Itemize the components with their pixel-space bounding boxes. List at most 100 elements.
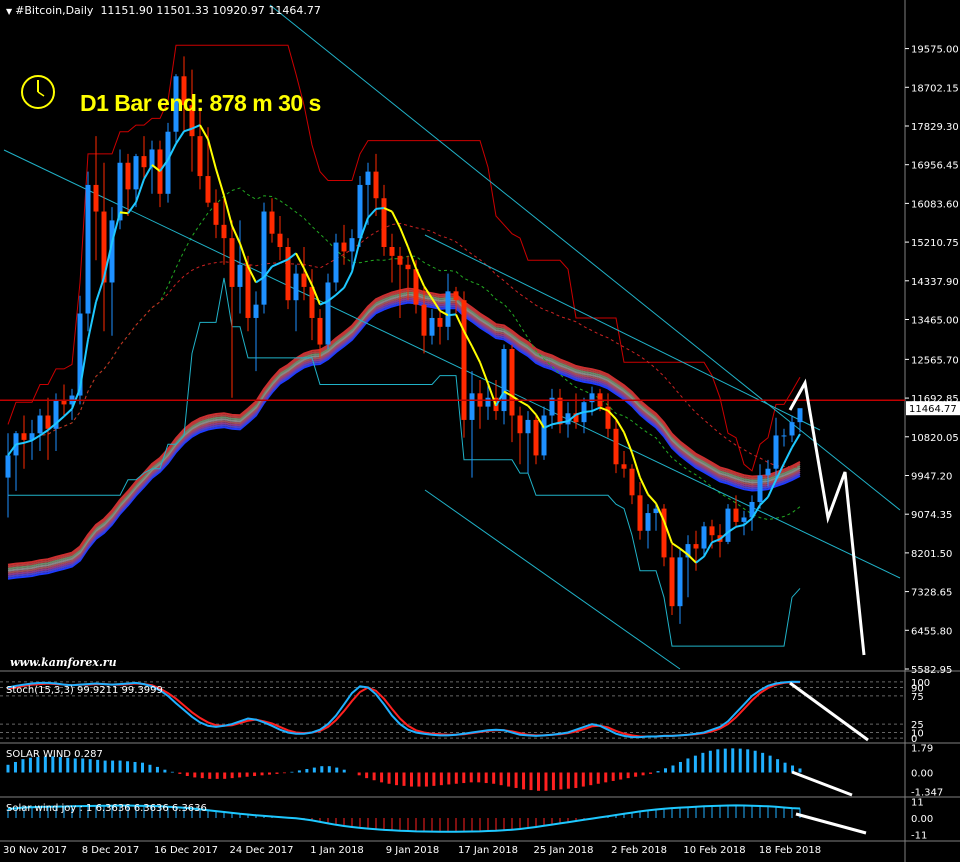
fast-ma-segment [335, 287, 345, 296]
time-tick-label: 16 Dec 2017 [154, 845, 218, 856]
wind-arrow [791, 770, 853, 797]
candle-body [157, 149, 163, 194]
candle-body [197, 136, 203, 177]
ma-ribbon-line [7, 289, 801, 568]
candle-body [357, 184, 363, 239]
fast-ma-segment [295, 252, 305, 269]
candle-body [221, 224, 227, 239]
forecast-zigzag [788, 378, 866, 656]
time-tick-label: 10 Feb 2018 [683, 845, 745, 856]
candle-body [525, 419, 531, 434]
fast-ma-segment [735, 524, 745, 528]
time-tick-label: 2 Feb 2018 [611, 845, 667, 856]
candle-body [733, 508, 739, 522]
candle-body [509, 348, 515, 416]
candle-body [149, 149, 155, 168]
candle-body [757, 475, 763, 502]
bar-end-timer: D1 Bar end: 878 m 30 s [80, 90, 321, 116]
price-tick-label: 14337.90 [911, 277, 959, 288]
fast-ma-segment [175, 130, 185, 145]
wind-tick-label: 0.00 [911, 769, 933, 780]
time-tick-label: 1 Jan 2018 [310, 845, 364, 856]
fast-ma-segment [391, 211, 401, 228]
ma-ribbon-line [7, 299, 801, 578]
candle-body [301, 273, 307, 287]
candle-body [293, 273, 299, 301]
fast-ma-segment [583, 410, 593, 413]
candle-body [245, 264, 251, 318]
candle-body [789, 422, 795, 436]
candle-body [773, 435, 779, 469]
fast-ma-segment [367, 208, 377, 219]
candle-body [517, 415, 523, 434]
fast-ma-segment [95, 277, 105, 303]
time-tick-label: 24 Dec 2017 [230, 845, 294, 856]
time-tick-label: 18 Feb 2018 [759, 845, 821, 856]
candle-body [317, 317, 323, 345]
time-tick-label: 8 Dec 2017 [82, 845, 140, 856]
price-tick-label: 7328.65 [911, 588, 952, 599]
candle-body [285, 247, 291, 301]
stoch-label: Stoch(15,3,3) 99.9211 99.3999 [6, 685, 163, 696]
candle-body [5, 455, 11, 478]
wind-tick-label: 1.79 [911, 743, 933, 754]
ma-ribbon-line [7, 287, 801, 566]
candle-body [381, 198, 387, 248]
candle-body [693, 544, 699, 549]
chart-canvas: 19575.00 18702.15 17829.30 16956.45 16083.60… [0, 0, 960, 862]
ma-ribbon-line [7, 295, 801, 574]
candle-body [429, 317, 435, 336]
candle-body [45, 415, 51, 429]
candle-body [533, 419, 539, 456]
symbol-label: #Bitcoin,Daily [15, 4, 94, 17]
fast-ma-segment [639, 477, 649, 495]
fast-ma-segment [399, 227, 409, 248]
fast-ma-segment [591, 406, 601, 412]
fast-ma-segment [559, 420, 569, 424]
candle-body [781, 435, 787, 437]
fast-ma-segment [671, 542, 681, 550]
fast-ma-segment [119, 211, 129, 215]
candle-body [485, 397, 491, 407]
price-tick-label: 17829.30 [911, 122, 959, 133]
candle-body [765, 468, 771, 476]
fast-ma-segment [447, 313, 457, 317]
time-tick-label: 30 Nov 2017 [3, 845, 67, 856]
fast-ma-segment [519, 400, 529, 407]
price-tick-label: 18702.15 [911, 83, 959, 94]
price-tick-label: 8201.50 [911, 549, 952, 560]
fast-ma-segment [695, 555, 705, 564]
joy-tick-label: 0.00 [911, 814, 933, 825]
price-tick-label: 5582.95 [911, 665, 952, 676]
candle-body [237, 264, 243, 287]
fast-ma-segment [23, 439, 33, 444]
candle-body [85, 184, 91, 314]
ma-dashed-red [7, 222, 801, 468]
price-tick-label: 13465.00 [911, 316, 959, 327]
watermark: www.kamforex.ru [10, 656, 117, 669]
candle-body [397, 255, 403, 265]
price-tick-label: 12565.70 [911, 355, 959, 366]
price-tick-label: 16956.45 [911, 161, 959, 172]
fast-ma-segment [223, 195, 233, 226]
joy-tick-label: -11 [911, 831, 927, 842]
candle-body [205, 176, 211, 203]
fast-ma-segment [791, 433, 801, 448]
time-tick-label: 17 Jan 2018 [458, 845, 518, 856]
candle-body [629, 468, 635, 496]
candle-body [133, 156, 139, 190]
stoch-arrow [789, 681, 869, 742]
current-price-label: 11464.77 [909, 404, 957, 415]
candle-body [437, 317, 443, 327]
candle-body [349, 238, 355, 252]
price-tick-label: 6455.80 [911, 626, 952, 637]
candle-body [621, 464, 627, 469]
fast-ma-segment [207, 138, 217, 170]
candle-body [453, 291, 459, 301]
candle-body [325, 282, 331, 345]
joy-arrow [795, 812, 867, 835]
candle-body [445, 291, 451, 327]
candle-body [461, 300, 467, 420]
candle-body [373, 171, 379, 199]
candle-body [421, 304, 427, 336]
